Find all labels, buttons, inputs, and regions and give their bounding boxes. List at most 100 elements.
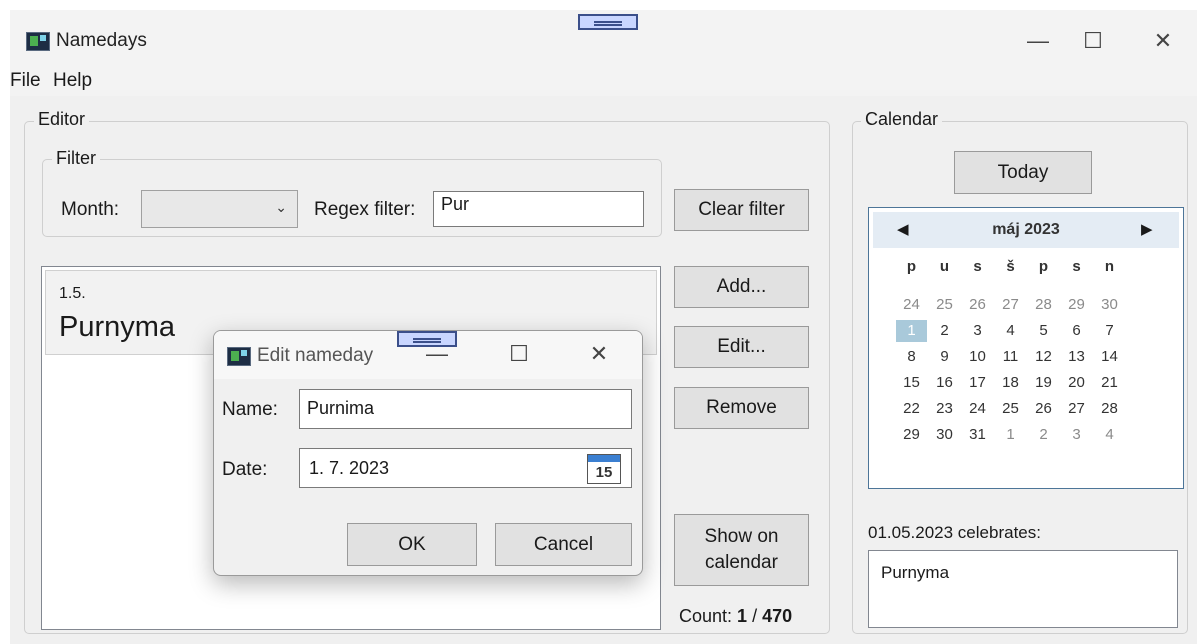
calendar-day[interactable]: 24 [962, 398, 993, 420]
calendar-day[interactable]: 14 [1094, 346, 1125, 368]
show-on-calendar-button[interactable]: Show on calendar [674, 514, 809, 586]
calendar-day[interactable]: 1 [995, 424, 1026, 446]
calendar-grid: p u s š p s n 24 25 26 27 28 29 30 1 2 3 4 5 6 7 8 9 10 11 12 13 14… [896, 258, 1156, 478]
calendar-day[interactable]: 6 [1061, 320, 1092, 342]
filter-legend: Filter [52, 148, 100, 169]
calendar-icon-header [588, 455, 620, 462]
calendar-day[interactable]: 24 [896, 294, 927, 316]
day-of-week-header: s [973, 258, 982, 275]
calendar-day[interactable]: 17 [962, 372, 993, 394]
calendar-day[interactable]: 23 [929, 398, 960, 420]
calendar-day[interactable]: 16 [929, 372, 960, 394]
calendar-icon-day: 15 [595, 464, 613, 481]
calendar-day[interactable]: 2 [1028, 424, 1059, 446]
date-label: Date: [222, 459, 268, 480]
regex-label: Regex filter: [314, 199, 416, 220]
calendar-day[interactable]: 8 [896, 346, 927, 368]
calendar-day[interactable]: 29 [1061, 294, 1092, 316]
day-of-week-header: s [1072, 258, 1081, 275]
calendar-day[interactable]: 13 [1061, 346, 1092, 368]
name-label: Name: [222, 399, 278, 420]
name-input[interactable]: Purnima [299, 389, 632, 429]
menu-help[interactable]: Help [53, 70, 92, 92]
calendar-day[interactable]: 9 [929, 346, 960, 368]
calendar-day[interactable]: 26 [1028, 398, 1059, 420]
calendar-day[interactable]: 19 [1028, 372, 1059, 394]
maximize-button[interactable]: ☐ [1070, 22, 1116, 62]
calendar-day[interactable]: 27 [995, 294, 1026, 316]
celebrates-item: Purnyma [881, 563, 950, 582]
clear-filter-button[interactable]: Clear filter [674, 189, 809, 231]
regex-input[interactable]: Pur [433, 191, 644, 227]
month-label: Month: [61, 199, 120, 220]
remove-button[interactable]: Remove [674, 387, 809, 429]
calendar-day[interactable]: 4 [1094, 424, 1125, 446]
count-shown: 1 [737, 606, 748, 626]
calendar-day[interactable]: 29 [896, 424, 927, 446]
cancel-button[interactable]: Cancel [495, 523, 632, 566]
today-button[interactable]: Today [954, 151, 1092, 194]
calendar-day[interactable]: 20 [1061, 372, 1092, 394]
edit-nameday-dialog: Edit nameday — ☐ ✕ Name: Purnima Date: 1… [213, 330, 643, 576]
calendar-day[interactable]: 26 [962, 294, 993, 316]
calendar-icon[interactable]: 15 [587, 454, 621, 484]
month-calendar[interactable]: ◀ máj 2023 ▶ p u s š p s n 24 25 26 27 28 29 30 1 2 3 4 5 6… [868, 207, 1184, 489]
ok-button[interactable]: OK [347, 523, 477, 566]
calendar-day-selected[interactable]: 1 [896, 320, 927, 342]
calendar-day[interactable]: 22 [896, 398, 927, 420]
add-button[interactable]: Add... [674, 266, 809, 308]
calendar-day[interactable]: 27 [1061, 398, 1092, 420]
calendar-day[interactable]: 28 [1094, 398, 1125, 420]
calendar-day[interactable]: 21 [1094, 372, 1125, 394]
dialog-app-icon [227, 347, 251, 366]
edit-button[interactable]: Edit... [674, 326, 809, 368]
dialog-close-button[interactable]: ✕ [576, 335, 622, 375]
app-icon [26, 32, 50, 51]
calendar-day[interactable]: 10 [962, 346, 993, 368]
calendar-day[interactable]: 11 [995, 346, 1026, 368]
day-of-week-header: u [939, 258, 950, 275]
calendar-day[interactable]: 3 [962, 320, 993, 342]
calendar-day[interactable]: 30 [1094, 294, 1125, 316]
count-total: 470 [762, 606, 793, 626]
calendar-day[interactable]: 25 [995, 398, 1026, 420]
next-month-icon[interactable]: ▶ [1141, 220, 1153, 238]
calendar-day[interactable]: 5 [1028, 320, 1059, 342]
calendar-day[interactable]: 15 [896, 372, 927, 394]
calendar-day[interactable]: 4 [995, 320, 1026, 342]
dialog-drag-grip[interactable] [397, 331, 457, 347]
date-value: 1. 7. 2023 [309, 458, 390, 478]
calendar-day[interactable]: 28 [1028, 294, 1059, 316]
calendar-day[interactable]: 31 [962, 424, 993, 446]
calendar-header: ◀ máj 2023 ▶ [873, 212, 1179, 248]
calendar-legend: Calendar [861, 109, 943, 130]
calendar-day[interactable]: 7 [1094, 320, 1125, 342]
month-select[interactable]: ⌄ [141, 190, 298, 228]
day-of-week-header: n [1104, 258, 1115, 275]
menu-bar: File Help [10, 66, 1197, 96]
list-item-name: Purnyma [59, 311, 176, 343]
calendar-day[interactable]: 30 [929, 424, 960, 446]
date-picker[interactable]: 1. 7. 2023 15 [299, 448, 632, 488]
dialog-title-bar[interactable]: Edit nameday — ☐ ✕ [214, 331, 642, 379]
calendar-month-title[interactable]: máj 2023 [873, 221, 1179, 239]
calendar-day[interactable]: 12 [1028, 346, 1059, 368]
show-on-calendar-line-1: Show on [704, 526, 779, 547]
menu-file[interactable]: File [10, 70, 41, 92]
celebrates-list[interactable]: Purnyma [868, 550, 1178, 628]
minimize-button[interactable]: — [1015, 22, 1061, 62]
dialog-maximize-button[interactable]: ☐ [496, 335, 542, 375]
list-item-date: 1.5. [59, 285, 86, 302]
chevron-down-icon: ⌄ [275, 199, 287, 215]
close-button[interactable]: ✕ [1140, 22, 1186, 62]
window-drag-grip[interactable] [578, 14, 638, 30]
calendar-day[interactable]: 2 [929, 320, 960, 342]
calendar-day[interactable]: 25 [929, 294, 960, 316]
editor-legend: Editor [34, 109, 90, 130]
calendar-day[interactable]: 18 [995, 372, 1026, 394]
calendar-day[interactable]: 3 [1061, 424, 1092, 446]
day-of-week-header: p [1038, 258, 1049, 275]
count-status: Count: 1 / 470 [679, 606, 792, 627]
window-title: Namedays [56, 30, 147, 51]
show-on-calendar-line-2: calendar [705, 552, 778, 573]
